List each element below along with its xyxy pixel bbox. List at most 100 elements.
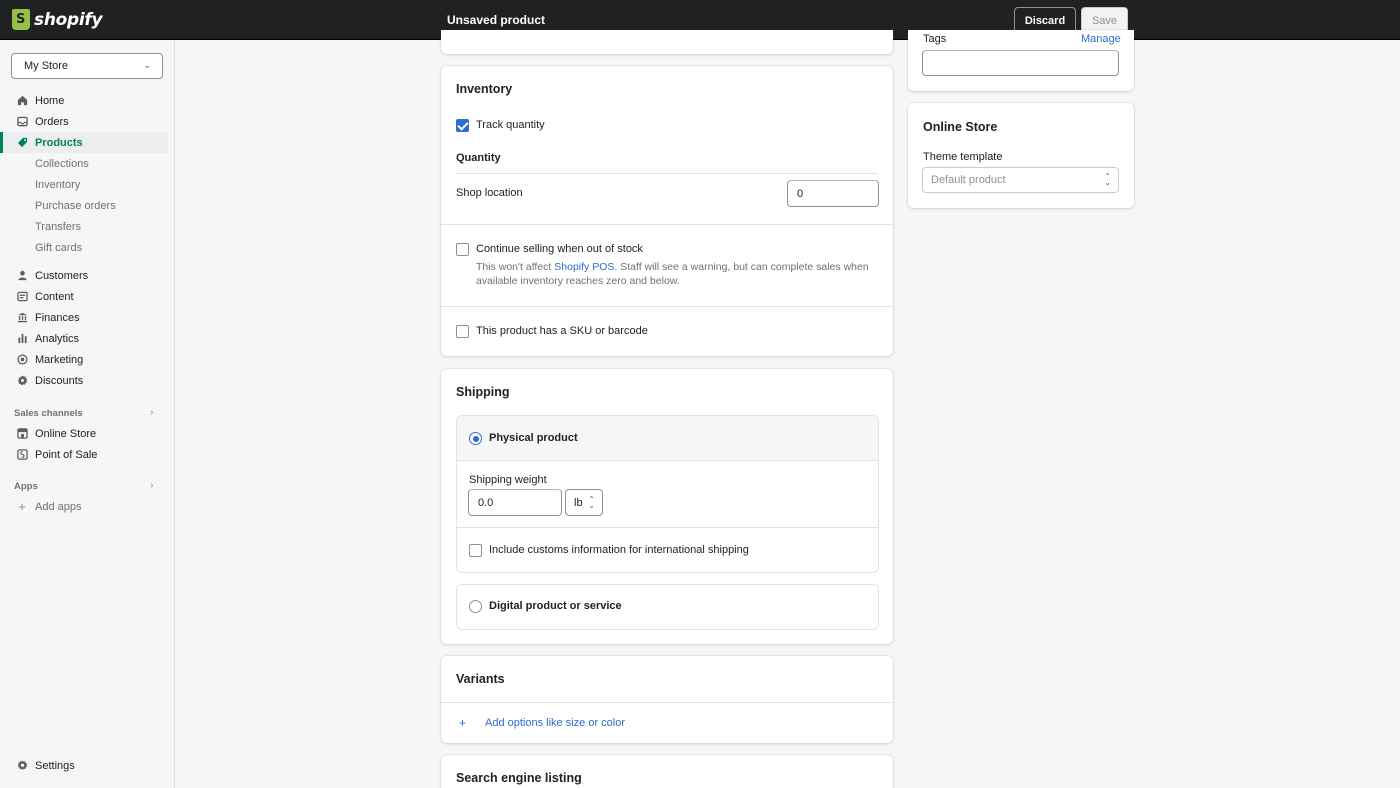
divider [457, 527, 878, 528]
sidebar-item-label: Home [35, 94, 65, 107]
logo-text: shopify [34, 9, 103, 30]
add-options-link[interactable]: Add options like size or color [485, 717, 625, 729]
pos-icon [16, 448, 28, 460]
tags-card: Tags Manage [908, 30, 1134, 91]
digital-product-radio[interactable] [469, 600, 482, 613]
sidebar-sub-inventory[interactable]: Inventory [35, 179, 80, 191]
sales-channels-heading: Sales channels [14, 408, 83, 419]
sidebar-item-home[interactable]: Home [0, 90, 168, 111]
sidebar-item-label: Marketing [35, 353, 84, 366]
theme-template-value: Default product [931, 174, 1006, 186]
chevron-right-icon[interactable]: › [150, 407, 153, 418]
continue-selling-label: Continue selling when out of stock [476, 243, 643, 255]
sidebar-item-content[interactable]: Content [0, 286, 168, 307]
person-icon [16, 269, 28, 281]
sidebar-sub-collections[interactable]: Collections [35, 158, 89, 170]
sidebar-sub-transfers[interactable]: Transfers [35, 221, 81, 233]
shopify-pos-link[interactable]: Shopify POS [554, 261, 614, 273]
weight-unit-select[interactable]: lb ⌃ ⌄ [565, 489, 603, 516]
inbox-icon [16, 115, 28, 127]
location-label: Shop location [456, 187, 523, 199]
tags-label: Tags [923, 33, 947, 45]
page-status: Unsaved product [447, 13, 546, 27]
customs-checkbox[interactable] [469, 544, 482, 557]
continue-selling-checkbox[interactable] [456, 243, 469, 256]
store-name: My Store [24, 60, 69, 72]
theme-template-label: Theme template [923, 151, 1003, 163]
store-icon [16, 427, 28, 439]
divider [441, 224, 893, 225]
seo-title: Search engine listing [456, 771, 582, 785]
divider [441, 306, 893, 307]
content-icon [16, 290, 28, 302]
sidebar-item-settings[interactable]: Settings [0, 755, 168, 776]
chevron-right-icon[interactable]: › [150, 480, 153, 491]
shopify-logo[interactable]: shopify [12, 9, 103, 30]
sidebar-item-label: Discounts [35, 374, 84, 387]
sidebar-sub-gift-cards[interactable]: Gift cards [35, 242, 82, 254]
sidebar-item-analytics[interactable]: Analytics [0, 328, 168, 349]
sidebar-item-discounts[interactable]: Discounts [0, 370, 168, 391]
select-arrows-icon: ⌃ ⌄ [588, 494, 595, 510]
digital-product-label: Digital product or service [489, 600, 622, 612]
sidebar-sub-purchase-orders[interactable]: Purchase orders [35, 200, 116, 212]
shipping-card: Shipping Physical product Shipping weigh… [441, 369, 893, 644]
physical-product-header[interactable]: Physical product [457, 416, 878, 461]
weight-unit-value: lb [574, 496, 583, 509]
discount-icon [16, 374, 28, 386]
tag-icon [16, 136, 28, 148]
sidebar-item-products[interactable]: Products [0, 132, 168, 153]
chevron-down-icon: ⌄ [143, 60, 151, 70]
physical-product-radio[interactable] [469, 432, 482, 445]
sku-checkbox[interactable] [456, 325, 469, 338]
bar-chart-icon [16, 332, 28, 344]
sidebar-item-finances[interactable]: Finances [0, 307, 168, 328]
location-quantity-input[interactable] [787, 180, 879, 207]
quantity-heading: Quantity [456, 152, 501, 164]
sku-label: This product has a SKU or barcode [476, 325, 648, 337]
sidebar-item-customers[interactable]: Customers [0, 265, 168, 286]
sidebar-item-label: Finances [35, 311, 80, 324]
select-arrows-icon: ⌃ ⌄ [1104, 172, 1111, 187]
plus-icon: + [459, 716, 467, 730]
sidebar-item-label: Online Store [35, 427, 97, 440]
shipping-weight-label: Shipping weight [469, 474, 547, 486]
previous-card-partial [441, 30, 893, 54]
help-text: . Staff will see a warning, but can comp… [614, 261, 869, 273]
sidebar: My Store ⌄ Home Orders Products Collecti… [0, 40, 175, 788]
sidebar-item-label: Add apps [35, 500, 82, 513]
sidebar-item-orders[interactable]: Orders [0, 111, 168, 132]
variants-card: Variants + Add options like size or colo… [441, 656, 893, 743]
theme-template-select[interactable]: Default product ⌃ ⌄ [922, 167, 1119, 193]
sidebar-item-label: Point of Sale [35, 448, 98, 461]
sidebar-item-label: Content [35, 290, 74, 303]
gear-icon [16, 759, 28, 771]
online-store-title: Online Store [923, 120, 998, 134]
sidebar-item-label: Products [35, 136, 83, 149]
physical-product-option: Physical product Shipping weight lb ⌃⌄ I… [456, 415, 879, 573]
help-text: This won't affect [476, 261, 555, 273]
plus-icon: + [18, 498, 26, 514]
track-quantity-checkbox[interactable] [456, 119, 469, 132]
sidebar-item-marketing[interactable]: Marketing [0, 349, 168, 370]
sidebar-item-online-store[interactable]: Online Store [0, 423, 168, 444]
manage-tags-link[interactable]: Manage [1081, 33, 1121, 45]
track-quantity-label: Track quantity [476, 119, 545, 131]
divider [441, 702, 893, 703]
shipping-weight-input[interactable] [468, 489, 562, 516]
inventory-card: Inventory Track quantity Quantity Shop l… [441, 66, 893, 356]
apps-heading: Apps [14, 481, 38, 492]
sidebar-item-label: Settings [35, 759, 75, 772]
sidebar-item-label: Customers [35, 269, 89, 282]
shipping-title: Shipping [456, 385, 510, 399]
continue-selling-help-line2: available inventory reaches zero and bel… [476, 275, 680, 287]
sidebar-item-add-apps[interactable]: + Add apps [0, 496, 168, 517]
digital-product-option[interactable]: Digital product or service [456, 584, 879, 630]
store-selector[interactable]: My Store ⌄ [11, 53, 163, 79]
online-store-card: Online Store Theme template Default prod… [908, 103, 1134, 208]
target-icon [16, 353, 28, 365]
home-icon [16, 94, 28, 106]
tags-input[interactable] [922, 50, 1119, 76]
sidebar-item-point-of-sale[interactable]: Point of Sale [0, 444, 168, 465]
inventory-title: Inventory [456, 82, 513, 96]
